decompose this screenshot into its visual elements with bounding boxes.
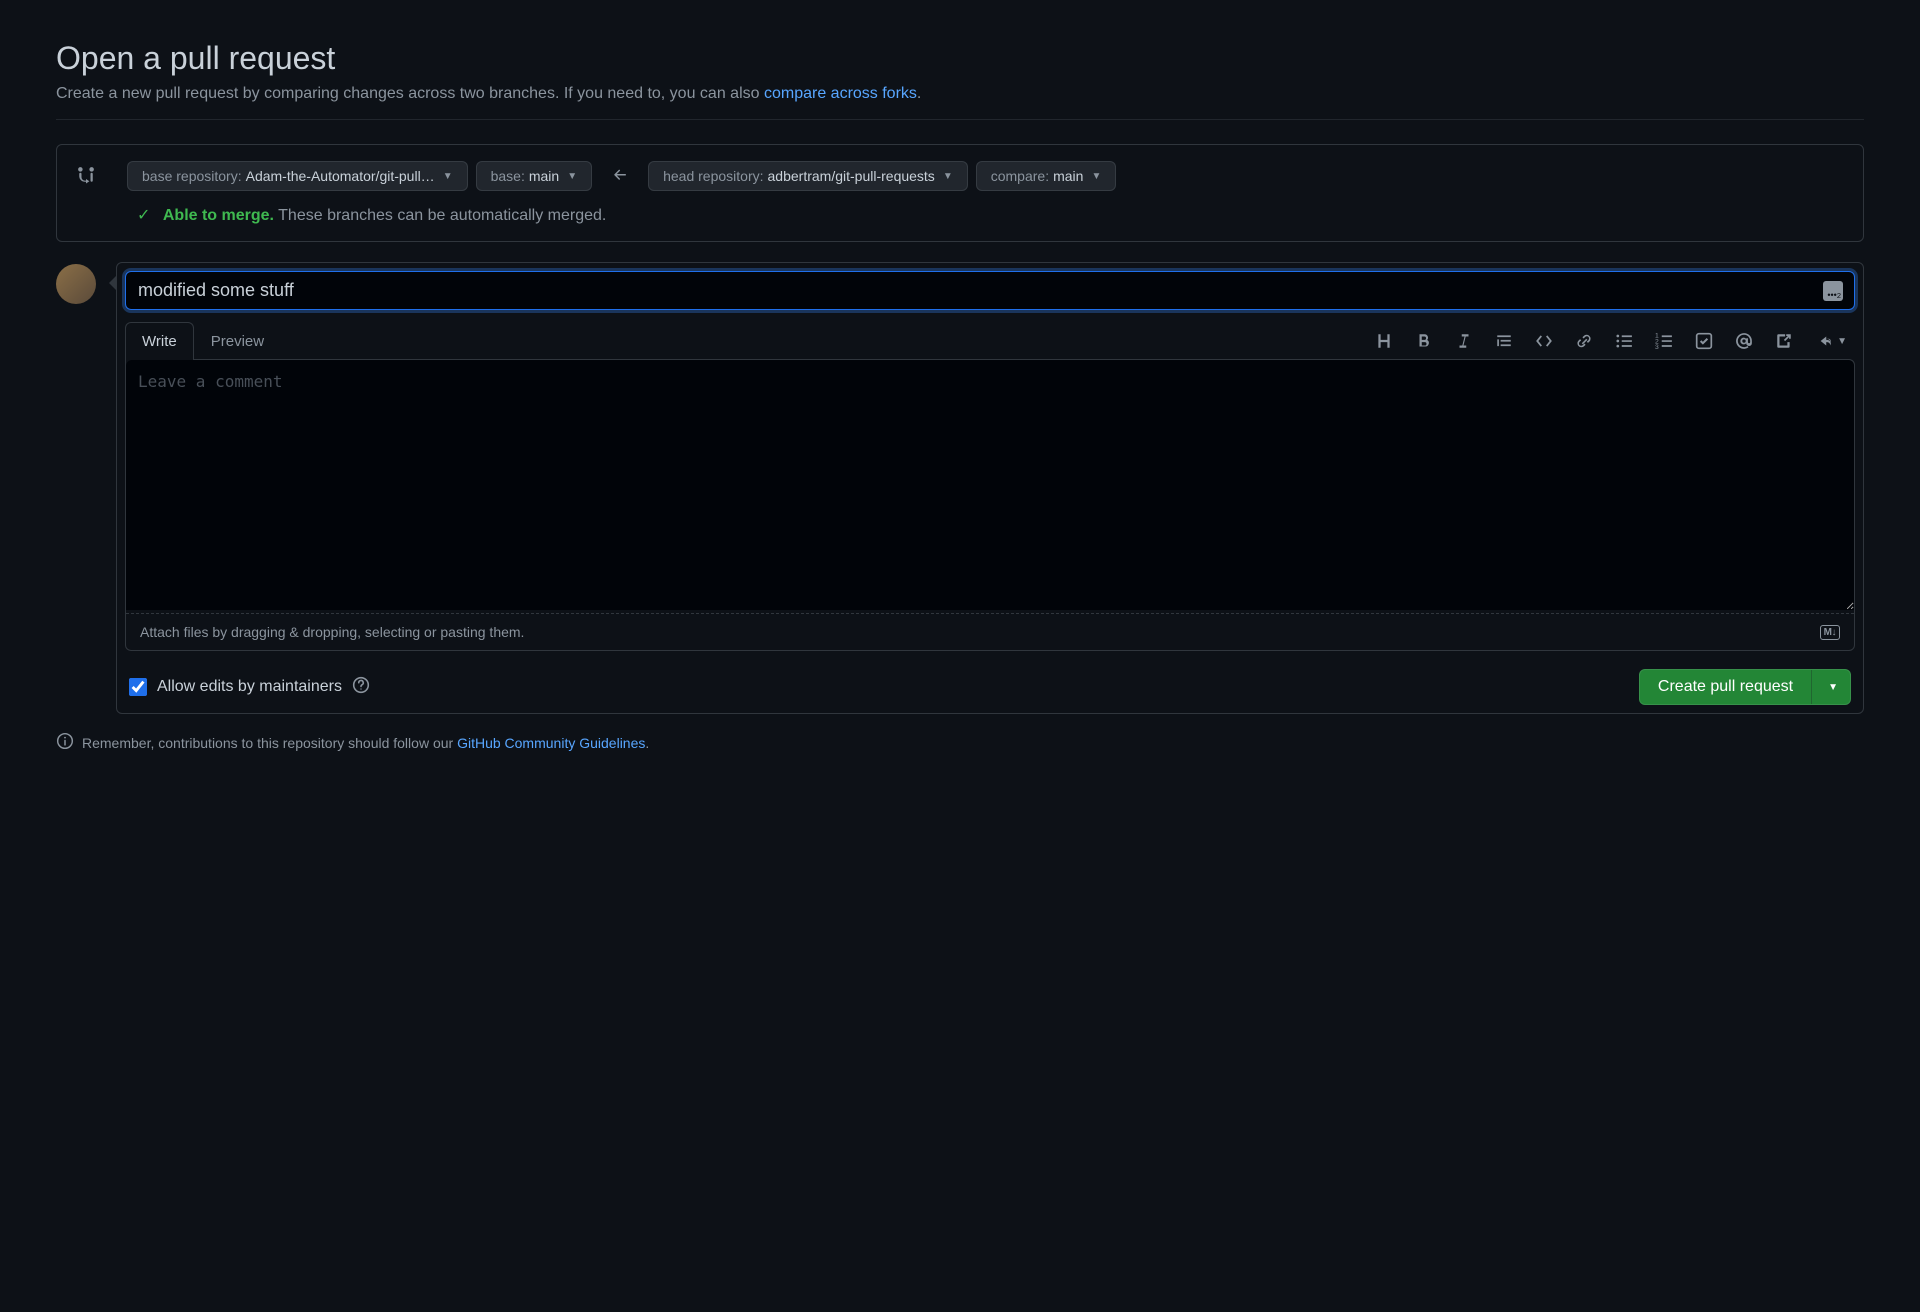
pr-body-textarea[interactable] <box>126 360 1854 610</box>
arrow-left-icon <box>612 167 628 186</box>
markdown-icon[interactable]: M↓ <box>1820 625 1840 640</box>
create-pr-button-group: Create pull request ▼ <box>1639 669 1851 705</box>
subtitle-text: Create a new pull request by comparing c… <box>56 85 764 102</box>
base-branch-value: main <box>529 168 559 184</box>
tab-preview[interactable]: Preview <box>194 322 281 360</box>
community-guidelines-link[interactable]: GitHub Community Guidelines <box>457 735 645 751</box>
allow-edits-label: Allow edits by maintainers <box>157 678 342 696</box>
info-icon <box>56 732 74 753</box>
tasklist-icon[interactable] <box>1695 332 1713 350</box>
code-icon[interactable] <box>1535 332 1553 350</box>
bold-icon[interactable] <box>1415 332 1433 350</box>
italic-icon[interactable] <box>1455 332 1473 350</box>
check-icon: ✓ <box>137 207 150 224</box>
guidelines-footer: Remember, contributions to this reposito… <box>56 732 1864 753</box>
base-branch-selector[interactable]: base: main ▼ <box>476 161 593 191</box>
mention-icon[interactable] <box>1735 332 1753 350</box>
branch-range-editor: base repository: Adam-the-Automator/git-… <box>56 144 1864 242</box>
head-repo-selector[interactable]: head repository: adbertram/git-pull-requ… <box>648 161 968 191</box>
subtitle-suffix: . <box>917 85 921 102</box>
head-repo-value: adbertram/git-pull-requests <box>768 168 935 184</box>
dropdown-caret-icon: ▼ <box>443 171 453 182</box>
compare-branch-value: main <box>1053 168 1083 184</box>
link-icon[interactable] <box>1575 332 1593 350</box>
allow-edits-row[interactable]: Allow edits by maintainers <box>129 676 370 699</box>
avatar <box>56 264 96 304</box>
dropdown-caret-icon: ▼ <box>1828 682 1838 693</box>
merge-detail: These branches can be automatically merg… <box>278 207 606 224</box>
dropdown-caret-icon: ▼ <box>943 171 953 182</box>
base-repo-label: base repository: <box>142 168 242 184</box>
git-compare-icon <box>77 166 95 187</box>
base-branch-label: base: <box>491 168 525 184</box>
compare-branch-selector[interactable]: compare: main ▼ <box>976 161 1117 191</box>
head-repo-label: head repository: <box>663 168 763 184</box>
base-repo-value: Adam-the-Automator/git-pull… <box>246 168 435 184</box>
ordered-list-icon[interactable]: 123 <box>1655 332 1673 350</box>
tab-write[interactable]: Write <box>125 322 194 360</box>
markdown-toolbar: 123 ▼ <box>1375 332 1855 350</box>
footer-prefix: Remember, contributions to this reposito… <box>82 735 457 751</box>
unordered-list-icon[interactable] <box>1615 332 1633 350</box>
base-repo-selector[interactable]: base repository: Adam-the-Automator/git-… <box>127 161 468 191</box>
attach-hint-text: Attach files by dragging & dropping, sel… <box>140 624 524 640</box>
attach-files-hint[interactable]: Attach files by dragging & dropping, sel… <box>126 613 1854 650</box>
pr-title-input[interactable] <box>125 271 1855 310</box>
dropdown-caret-icon: ▼ <box>1837 336 1847 347</box>
password-manager-icon[interactable]: •••2 <box>1823 281 1843 301</box>
dropdown-caret-icon: ▼ <box>567 171 577 182</box>
merge-able-label: Able to merge. <box>163 207 274 224</box>
page-subtitle: Create a new pull request by comparing c… <box>56 85 1864 120</box>
quote-icon[interactable] <box>1495 332 1513 350</box>
new-pr-form: •••2 Write Preview <box>116 262 1864 714</box>
create-pr-button[interactable]: Create pull request <box>1640 670 1811 704</box>
reply-icon[interactable]: ▼ <box>1815 332 1847 350</box>
cross-reference-icon[interactable] <box>1775 332 1793 350</box>
compare-branch-label: compare: <box>991 168 1049 184</box>
create-pr-dropdown[interactable]: ▼ <box>1811 670 1850 704</box>
dropdown-caret-icon: ▼ <box>1091 171 1101 182</box>
heading-icon[interactable] <box>1375 332 1393 350</box>
allow-edits-checkbox[interactable] <box>129 678 147 696</box>
help-icon[interactable] <box>352 676 370 699</box>
footer-suffix: . <box>645 735 649 751</box>
compare-forks-link[interactable]: compare across forks <box>764 85 917 102</box>
merge-status: ✓ Able to merge. These branches can be a… <box>77 205 1843 225</box>
svg-text:3: 3 <box>1655 344 1659 350</box>
page-title: Open a pull request <box>56 40 1864 77</box>
